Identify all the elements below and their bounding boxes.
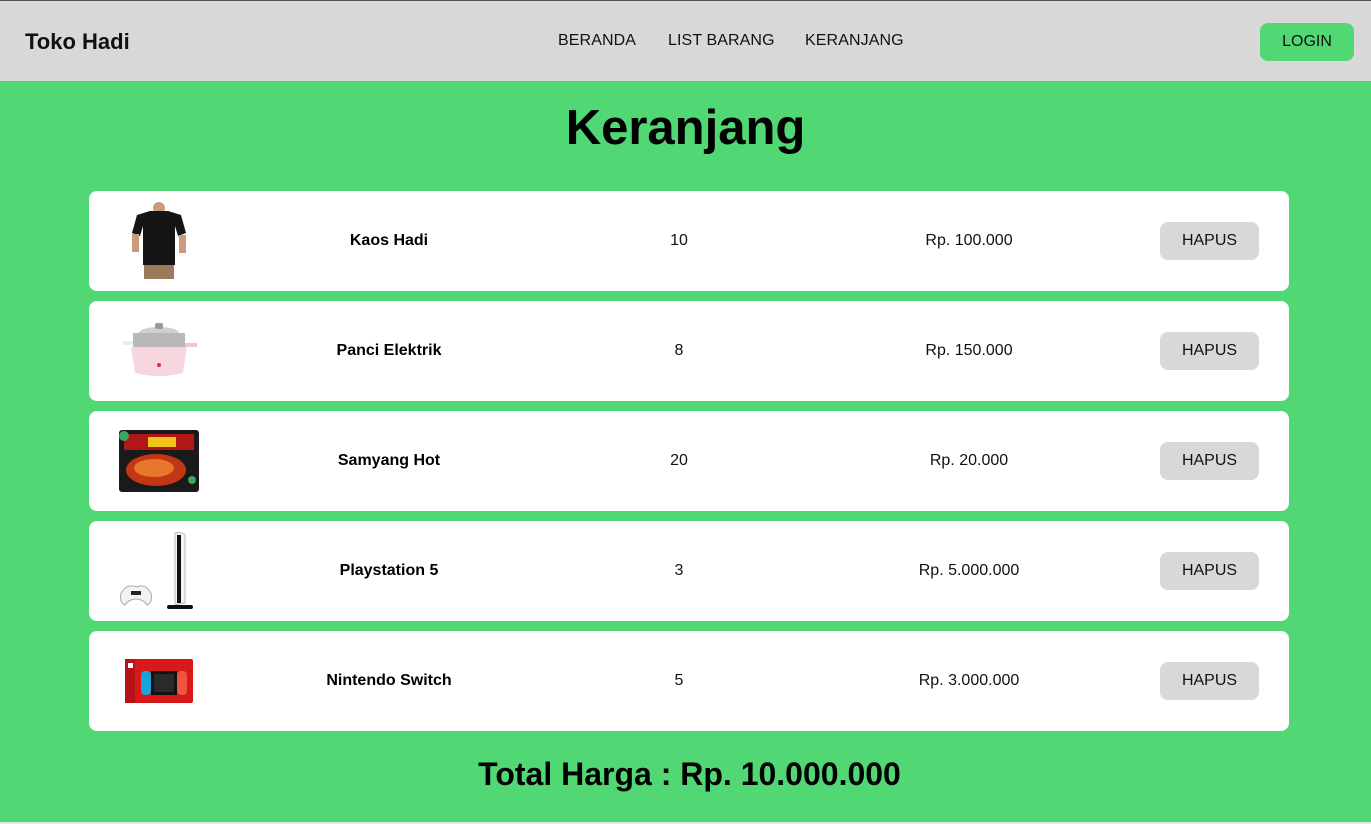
login-button[interactable]: LOGIN xyxy=(1260,23,1354,61)
item-price: Rp. 5.000.000 xyxy=(918,562,1020,579)
nav-list-barang[interactable]: LIST BARANG xyxy=(668,32,775,50)
item-price: Rp. 20.000 xyxy=(929,452,1009,469)
hapus-button[interactable]: HAPUS xyxy=(1160,332,1259,370)
item-quantity: 5 xyxy=(674,672,684,689)
hapus-button[interactable]: HAPUS xyxy=(1160,442,1259,480)
cart-row: Panci Elektrik 8 Rp. 150.000 HAPUS xyxy=(89,301,1289,401)
nav-links: BERANDA LIST BARANG KERANJANG xyxy=(0,32,1371,52)
noodle-pack-image xyxy=(109,416,209,506)
hapus-button[interactable]: HAPUS xyxy=(1160,552,1259,590)
cart-row: Samyang Hot 20 Rp. 20.000 HAPUS xyxy=(89,411,1289,511)
item-quantity: 20 xyxy=(670,452,688,469)
cart-row: Kaos Hadi 10 Rp. 100.000 HAPUS xyxy=(89,191,1289,291)
item-quantity: 10 xyxy=(670,232,688,249)
cart-list: Kaos Hadi 10 Rp. 100.000 HAPUS Panci Ele… xyxy=(89,191,1289,741)
total-price: Total Harga : Rp. 10.000.000 xyxy=(478,756,901,792)
page-title: Keranjang xyxy=(565,101,806,155)
item-price: Rp. 100.000 xyxy=(925,232,1013,249)
item-name: Nintendo Switch xyxy=(326,672,452,689)
ps5-console-image xyxy=(109,526,209,616)
item-price: Rp. 3.000.000 xyxy=(918,672,1020,689)
nav-beranda[interactable]: BERANDA xyxy=(558,32,636,50)
hapus-button[interactable]: HAPUS xyxy=(1160,222,1259,260)
switch-box-image xyxy=(109,636,209,726)
item-name: Samyang Hot xyxy=(337,452,441,469)
item-name: Kaos Hadi xyxy=(349,232,429,249)
cart-row: Playstation 5 3 Rp. 5.000.000 HAPUS xyxy=(89,521,1289,621)
item-name: Panci Elektrik xyxy=(336,342,442,359)
hapus-button[interactable]: HAPUS xyxy=(1160,662,1259,700)
black-tshirt-image xyxy=(109,196,209,286)
item-price: Rp. 150.000 xyxy=(925,342,1013,359)
electric-pot-image xyxy=(109,306,209,396)
item-name: Playstation 5 xyxy=(339,562,439,579)
cart-row: Nintendo Switch 5 Rp. 3.000.000 HAPUS xyxy=(89,631,1289,731)
item-quantity: 8 xyxy=(674,342,684,359)
nav-keranjang[interactable]: KERANJANG xyxy=(805,32,904,50)
navbar: Toko Hadi BERANDA LIST BARANG KERANJANG … xyxy=(0,0,1371,81)
item-quantity: 3 xyxy=(674,562,684,579)
